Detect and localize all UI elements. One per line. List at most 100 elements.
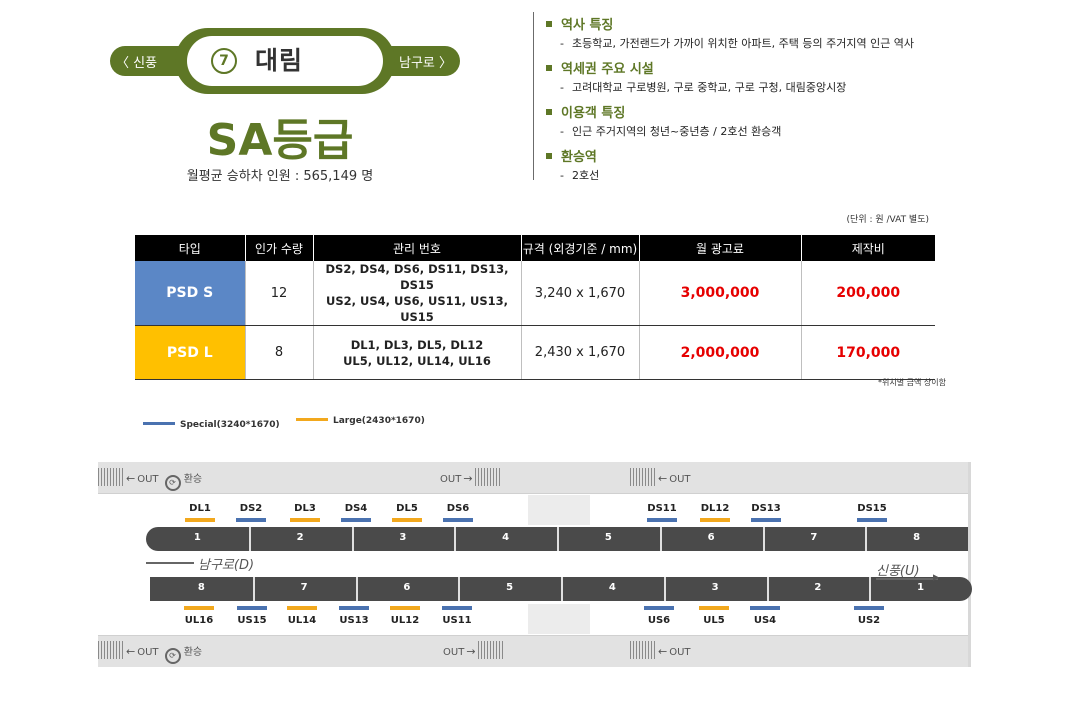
ad-panel-marker [236,518,266,522]
car-number: 2 [296,532,304,543]
prev-station: 〈 신풍 [116,56,158,71]
feature-item: 환승역 -2호선 [546,146,1016,183]
unit-note: (단위 : 원 /VAT 별도) [846,215,929,225]
ad-panel-label: DL3 [294,503,316,514]
feature-desc: 초등학교, 가전랜드가 가까이 위치한 아파트, 주택 등의 주거지역 인근 역… [571,37,915,50]
arrow-right-icon: → [466,645,476,658]
platform-wall-top [98,462,971,494]
ad-panel-marker [185,518,215,522]
size-cell: 2,430 x 1,670 [521,325,640,380]
feature-title: 환승역 [561,150,597,165]
car-number: 6 [707,532,715,543]
ad-panel-label: US6 [647,615,671,626]
exit-top-right: ← OUT [630,468,691,486]
ad-panel-marker [443,518,473,522]
feature-desc: 인근 주거지역의 청년~중년층 / 2호선 환승객 [571,125,782,138]
col-size: 규격 (외경기준 / mm) [521,235,640,261]
gate-icon [630,641,656,659]
car-number: 5 [604,532,612,543]
ad-panel-label: DS4 [344,503,368,514]
station-features: 역사 특징 - 초등학교, 가전랜드가 가까이 위치한 아파트, 주택 등의 주거… [546,14,1016,190]
next-station: 남구로 〉 [398,56,452,71]
feature-item: 이용객 특징 - 인근 주거지역의 청년~중년층 / 2호선 환승객 [546,102,1016,139]
ad-panel-label: US4 [753,615,777,626]
table-row: PSD S 12 DS2, DS4, DS6, DS11, DS13, DS15… [135,261,935,326]
car-number: 5 [506,582,514,593]
ad-panel-marker [644,606,674,610]
exit-top-center: OUT → [440,468,501,486]
car-number: 7 [810,532,818,543]
monthly-cell: 3,000,000 [639,261,802,326]
ad-panel-marker [184,606,214,610]
ad-panel-marker [700,518,730,522]
ad-panel-label: DS13 [751,503,781,514]
arrow-left-icon: ← [658,472,668,485]
exit-top-left: ← OUT ⟳ 환승 [98,468,202,491]
ad-panel-marker [392,518,422,522]
station-badge: 〈 신풍 남구로 〉 7 대림 [110,28,460,94]
legend-large: Large(2430*1670) [296,416,425,432]
car-number: 4 [502,532,510,543]
ad-panel-label: DS15 [857,503,887,514]
ad-panel-marker [750,606,780,610]
car-number: 3 [399,532,407,543]
col-production: 제작비 [801,235,935,261]
production-cell: 170,000 [801,325,935,380]
ad-panel-marker [699,606,729,610]
qty-cell: 12 [245,261,314,326]
ad-panel-marker [390,606,420,610]
feature-desc: 고려대학교 구로병원, 구로 중학교, 구로 구청, 대림중앙시장 [571,81,847,94]
ad-panel-label: US2 [857,615,881,626]
ad-panel-marker [854,606,884,610]
table-row: PSD L 8 DL1, DL3, DL5, DL12 UL5, UL12, UL… [135,325,935,380]
ad-panel-label: UL12 [390,615,420,626]
ad-panel-label: DL12 [700,503,730,514]
ad-panel-label: US15 [237,615,267,626]
bullet-icon [546,153,552,159]
transfer-icon: ⟳ [164,475,181,491]
ad-panel-label: UL16 [184,615,214,626]
gate-icon [474,468,501,486]
car-number: 8 [197,582,205,593]
arrow-left-icon: ← [126,472,136,485]
ad-panel-marker [442,606,472,610]
bullet-icon [546,21,552,27]
bullet-icon [546,109,552,115]
ad-panel-marker [287,606,317,610]
ad-panel-label: DL1 [189,503,211,514]
bullet-icon [546,65,552,71]
ad-panel-marker [341,518,371,522]
car-number: 2 [814,582,822,593]
qty-cell: 8 [245,325,314,380]
car-number: 1 [193,532,201,543]
gate-icon [98,641,124,659]
col-type: 타입 [135,235,246,261]
line-number-icon: 7 [211,48,237,74]
ad-panel-label: US13 [339,615,369,626]
feature-item: 역세권 주요 시설 - 고려대학교 구로병원, 구로 중학교, 구로 구청, 대림… [546,58,1016,95]
special-line-icon [143,422,175,425]
direction-up-label: 신풍(U) [876,564,920,579]
train-down: 1 2 3 4 5 6 7 8 [146,527,968,551]
price-note: *위치별 금액 상이함 [878,378,946,387]
ad-panel-marker [857,518,887,522]
feature-desc: 2호선 [571,169,600,182]
large-line-icon [296,418,328,421]
col-ids: 관리 번호 [313,235,522,261]
feature-title: 역세권 주요 시설 [561,62,654,77]
table-header: 타입 인가 수량 관리 번호 규격 (외경기준 / mm) 월 광고료 제작비 [135,235,935,261]
production-cell: 200,000 [801,261,935,326]
ad-panel-label: DS6 [446,503,470,514]
car-number: 6 [403,582,411,593]
feature-title: 이용객 특징 [561,106,626,121]
ad-panel-marker [751,518,781,522]
gate-icon [477,641,504,659]
arrow-left-icon: ← [658,645,668,658]
transfer-icon: ⟳ [164,648,181,664]
ad-panel-label: UL5 [703,615,725,626]
arrow-left-icon: ← [126,645,136,658]
direction-down-label: 남구로(D) [198,558,255,573]
feature-item: 역사 특징 - 초등학교, 가전랜드가 가까이 위치한 아파트, 주택 등의 주거… [546,14,1016,51]
exit-bottom-center: OUT → [443,641,504,659]
exit-bottom-left: ← OUT ⟳ 환승 [98,641,202,664]
